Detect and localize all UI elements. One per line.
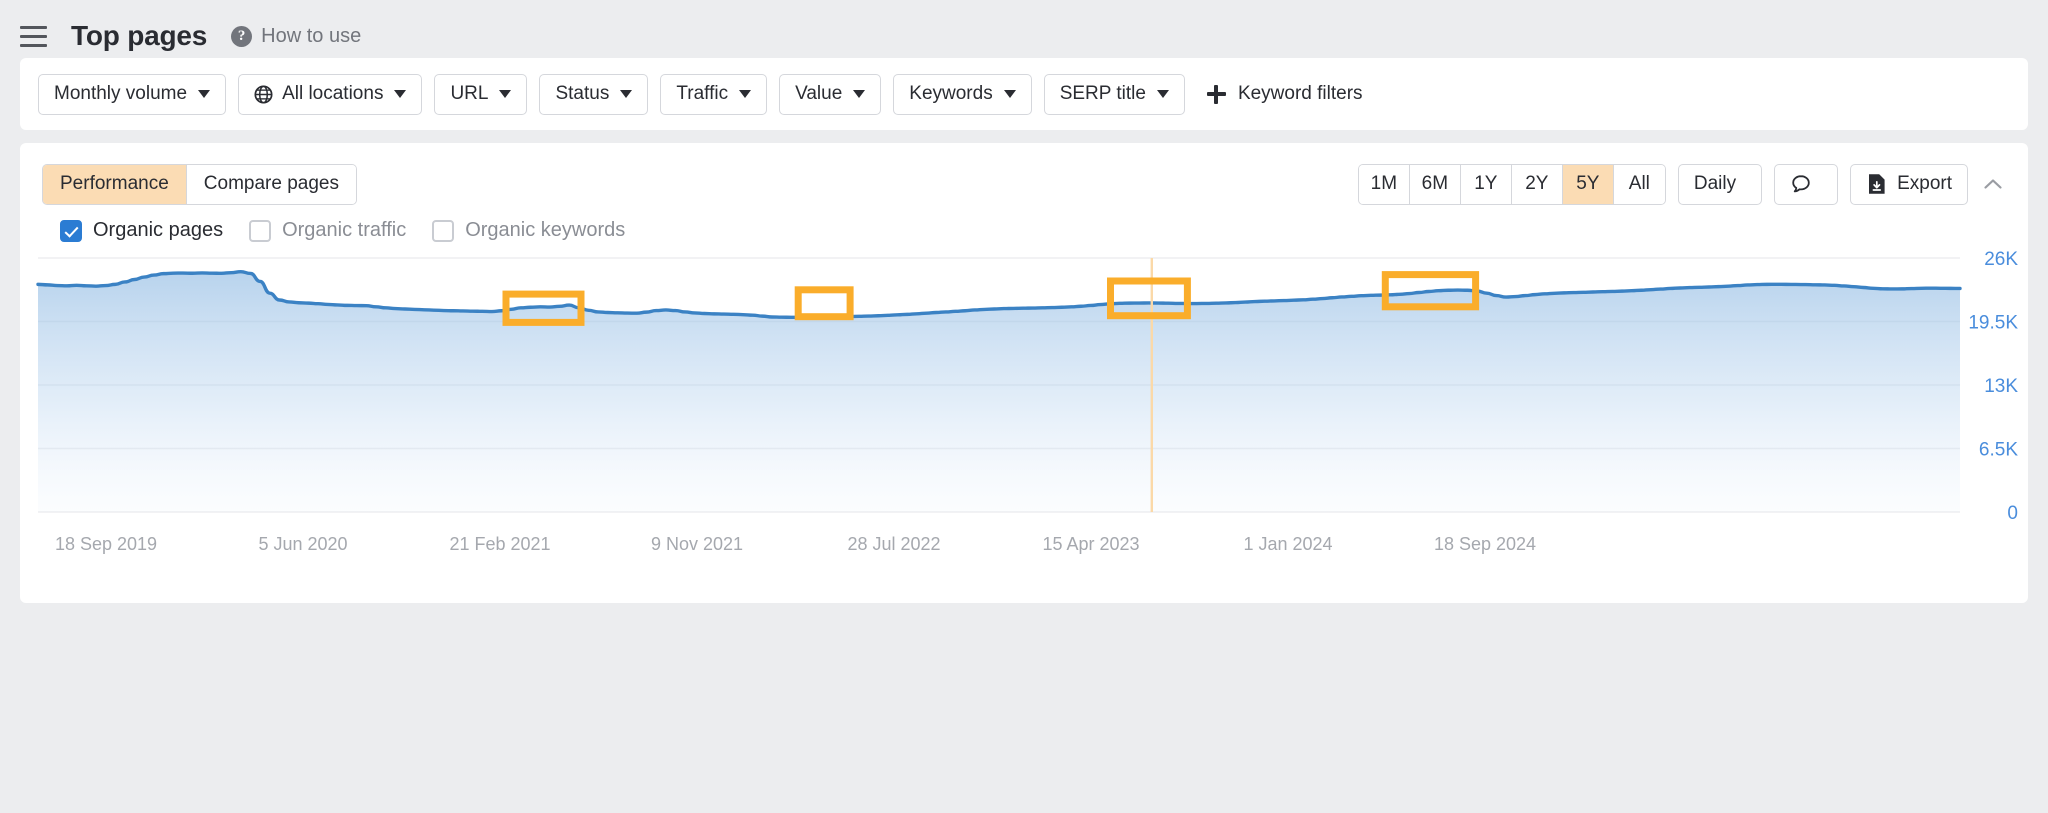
y-axis-tick-label: 26K [1984,250,2018,270]
x-axis-tick-label: 5 Jun 2020 [258,534,347,554]
export-label: Export [1897,173,1952,195]
filter-label: Keywords [909,83,992,105]
chart-controls: 1M 6M 1Y 2Y 5Y All Daily [1358,164,2006,205]
chart-canvas[interactable]: 26K 19.5K 13K 6.5K 0 18 Sep 2019 5 Jun 2020 21… [20,250,2028,560]
granularity-dropdown[interactable]: Daily [1678,164,1762,205]
chart-y-axis-labels: 26K 19.5K 13K 6.5K 0 [1968,250,2018,524]
filter-label: Value [795,83,842,105]
filter-bar: Monthly volume All locations URL Status … [20,58,2028,130]
legend-label: Organic keywords [465,219,625,242]
legend-label: Organic pages [93,219,223,242]
question-circle-icon: ? [231,26,252,47]
chart-x-axis-labels: 18 Sep 2019 5 Jun 2020 21 Feb 2021 9 Nov 20… [55,534,1536,554]
x-axis-tick-label: 28 Jul 2022 [847,534,940,554]
date-range-selector: 1M 6M 1Y 2Y 5Y All [1358,164,1666,205]
filter-traffic[interactable]: Traffic [660,74,767,115]
legend-organic-pages[interactable]: Organic pages [60,219,223,242]
filter-label: SERP title [1060,83,1146,105]
filter-label: Monthly volume [54,83,187,105]
chart-toolbar: Performance Compare pages 1M 6M 1Y 2Y 5Y… [20,143,2028,205]
filter-label: Status [555,83,609,105]
performance-panel: Performance Compare pages 1M 6M 1Y 2Y 5Y… [20,143,2028,603]
range-1m[interactable]: 1M [1359,165,1410,204]
how-to-use-label: How to use [261,25,361,48]
filter-label: Traffic [676,83,728,105]
chevron-down-icon [198,90,210,98]
highlight-box [798,290,850,317]
x-axis-tick-label: 9 Nov 2021 [651,534,743,554]
chevron-down-icon [739,90,751,98]
y-axis-tick-label: 0 [2007,503,2018,524]
chevron-down-icon [394,90,406,98]
x-axis-tick-label: 18 Sep 2024 [1434,534,1536,554]
checkbox-organic-traffic[interactable] [249,220,271,242]
filter-keywords[interactable]: Keywords [893,74,1031,115]
x-axis-tick-label: 15 Apr 2023 [1042,534,1139,554]
how-to-use-link[interactable]: ? How to use [231,25,361,48]
filter-status[interactable]: Status [539,74,648,115]
chevron-down-icon [620,90,632,98]
filter-serp-title[interactable]: SERP title [1044,74,1185,115]
plus-icon [1207,85,1226,104]
legend-organic-traffic[interactable]: Organic traffic [249,219,406,242]
y-axis-tick-label: 19.5K [1968,313,2018,334]
tab-performance[interactable]: Performance [43,165,187,204]
range-5y[interactable]: 5Y [1563,165,1614,204]
filter-label: All locations [282,83,383,105]
filter-label: URL [450,83,488,105]
chart-series-group [38,272,1960,512]
add-keyword-filters-label: Keyword filters [1238,83,1363,105]
annotations-dropdown[interactable] [1774,164,1838,205]
x-axis-tick-label: 21 Feb 2021 [449,534,550,554]
organic-pages-chart: 26K 19.5K 13K 6.5K 0 18 Sep 2019 5 Jun 2020 21… [20,250,2028,560]
range-all[interactable]: All [1614,165,1665,204]
range-2y[interactable]: 2Y [1512,165,1563,204]
x-axis-tick-label: 18 Sep 2019 [55,534,157,554]
tab-compare-pages[interactable]: Compare pages [187,165,356,204]
filter-value[interactable]: Value [779,74,881,115]
legend-organic-keywords[interactable]: Organic keywords [432,219,625,242]
checkbox-organic-keywords[interactable] [432,220,454,242]
view-tabs: Performance Compare pages [42,164,357,205]
range-6m[interactable]: 6M [1410,165,1461,204]
granularity-label: Daily [1694,173,1736,195]
chevron-down-icon [853,90,865,98]
chevron-up-icon[interactable] [1980,171,2006,197]
app-root: Top pages ? How to use Monthly volume Al… [0,0,2048,813]
globe-icon [254,85,273,104]
page-title: Top pages [71,20,207,52]
x-axis-tick-label: 1 Jan 2024 [1243,534,1332,554]
y-axis-tick-label: 13K [1984,376,2018,397]
filter-all-locations[interactable]: All locations [238,74,422,115]
speech-bubble-icon [1790,173,1812,195]
add-keyword-filters-button[interactable]: Keyword filters [1207,83,1363,105]
export-button[interactable]: Export [1850,164,1968,205]
chevron-down-icon [1004,90,1016,98]
metric-legend: Organic pages Organic traffic Organic ke… [20,205,2028,242]
checkbox-organic-pages[interactable] [60,220,82,242]
legend-label: Organic traffic [282,219,406,242]
filter-monthly-volume[interactable]: Monthly volume [38,74,226,115]
y-axis-tick-label: 6.5K [1979,440,2018,461]
download-file-icon [1866,173,1887,195]
filter-url[interactable]: URL [434,74,527,115]
chevron-down-icon [1157,90,1169,98]
range-1y[interactable]: 1Y [1461,165,1512,204]
chevron-down-icon [499,90,511,98]
hamburger-icon[interactable] [20,23,50,49]
